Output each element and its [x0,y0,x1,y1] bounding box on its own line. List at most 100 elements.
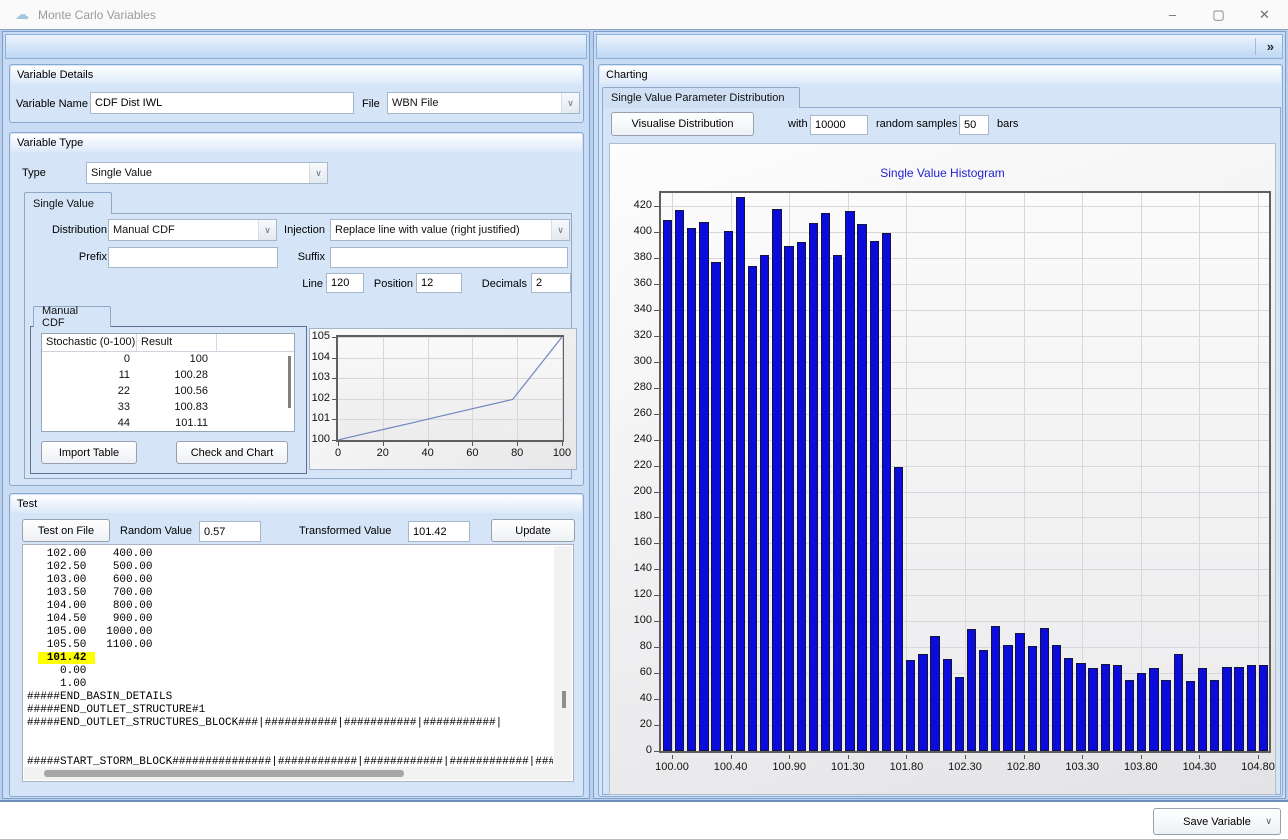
save-variable-button[interactable]: Save Variable ∨ [1153,808,1281,835]
histogram-bar [809,223,818,751]
table-row[interactable]: 0100 [42,352,294,368]
chevron-down-icon[interactable]: ∨ [258,220,276,240]
histogram-bar [882,233,891,751]
tab-manual-cdf-label: Manual CDF [42,305,102,329]
decimals-input[interactable] [531,273,571,293]
vertical-scrollbar[interactable] [554,546,572,767]
chevron-down-icon[interactable]: ∨ [1265,816,1272,827]
file-line: 101.42 [27,652,553,665]
injection-combobox[interactable]: Replace line with value (right justified… [330,219,570,241]
variable-details-group: Variable Details Variable Name File WBN … [9,64,584,123]
transformed-value-input[interactable] [408,521,470,542]
axis-tick-label: 103.80 [1114,761,1168,773]
random-value-label: Random Value [120,525,192,537]
tab-single-value-label: Single Value [33,198,94,210]
horizontal-scrollbar[interactable] [24,767,572,780]
file-content[interactable]: 102.00 400.00 102.50 500.00 103.00 600.0… [27,548,553,766]
tab-single-value-parameter-distribution[interactable]: Single Value Parameter Distribution [602,87,800,108]
tick-mark [654,725,659,726]
table-scrollbar-thumb[interactable] [288,356,291,408]
prefix-label: Prefix [35,251,107,263]
close-button[interactable]: ✕ [1242,0,1287,29]
maximize-button[interactable]: ▢ [1196,0,1241,29]
file-line: #####END_OUTLET_STRUCTURE#1 [27,704,553,717]
column-header-stochastic[interactable]: Stochastic (0-100) [42,334,137,351]
visualise-distribution-button[interactable]: Visualise Distribution [611,112,754,136]
cdf-preview-chart: 100101102103104105020406080100 [309,328,577,470]
update-button[interactable]: Update [491,519,575,542]
random-value-input[interactable] [199,521,261,542]
table-row[interactable]: 22100.56 [42,384,294,400]
histogram-bar [1076,663,1085,751]
file-line: 104.50 900.00 [27,613,553,626]
line-input[interactable] [326,273,364,293]
minimize-button[interactable]: – [1150,0,1195,29]
histogram-bar [1198,668,1207,751]
distribution-combobox[interactable]: Manual CDF ∨ [108,219,277,241]
distribution-label: Distribution [35,224,107,236]
test-on-file-button[interactable]: Test on File [22,519,110,542]
tick-mark [654,647,659,648]
file-combobox[interactable]: WBN File ∨ [387,92,580,114]
file-line: 102.00 400.00 [27,548,553,561]
tick-mark [654,232,659,233]
axis-tick-label: 103 [310,371,330,383]
histogram-bar [991,626,1000,751]
bars-input[interactable] [959,115,989,135]
random-samples-input[interactable] [810,115,868,135]
histogram-bar [918,654,927,751]
tick-mark [654,621,659,622]
vertical-scrollbar-thumb[interactable] [562,691,566,708]
histogram-bar [663,220,672,751]
check-and-chart-button[interactable]: Check and Chart [176,441,288,464]
random-samples-label: random samples [876,118,957,130]
tick-mark [1082,755,1083,759]
cdf-table-header: Stochastic (0-100) Result [42,334,294,352]
histogram-bar [1149,668,1158,751]
chevron-down-icon[interactable]: ∨ [561,93,579,113]
axis-tick-label: 60 [616,666,652,678]
horizontal-scrollbar-thumb[interactable] [44,770,404,777]
expand-icon[interactable]: » [1267,39,1274,54]
histogram-bar [1015,633,1024,751]
axis-tick-label: 40 [616,692,652,704]
chevron-down-icon[interactable]: ∨ [551,220,569,240]
histogram-bar [1028,646,1037,751]
table-row[interactable]: 33100.83 [42,400,294,416]
highlighted-value: 101.42 [38,652,96,664]
tab-distribution-label: Single Value Parameter Distribution [611,92,784,104]
table-row[interactable]: 44101.11 [42,416,294,432]
axis-tick-label: 104.30 [1172,761,1226,773]
import-table-button[interactable]: Import Table [41,441,137,464]
position-input[interactable] [416,273,462,293]
table-row[interactable]: 11100.28 [42,368,294,384]
axis-tick-label: 280 [616,381,652,393]
axis-tick-label: 20 [368,447,398,459]
prefix-input[interactable] [108,247,278,268]
tab-manual-cdf[interactable]: Manual CDF [33,306,111,327]
axis-tick-label: 100.90 [762,761,816,773]
histogram-bar [845,211,854,751]
axis-tick-label: 104 [310,351,330,363]
histogram-bar [1040,628,1049,751]
variable-name-input[interactable] [90,92,354,114]
histogram-bar [1088,668,1097,751]
column-header-result[interactable]: Result [137,334,217,351]
test-group: Test Test on File Random Value Transform… [9,493,584,797]
file-preview-panel[interactable]: 102.00 400.00 102.50 500.00 103.00 600.0… [22,544,574,782]
type-label: Type [22,167,46,179]
axis-tick-label: 101 [310,412,330,424]
file-line: 0.00 [27,665,553,678]
suffix-input[interactable] [330,247,568,268]
variable-details-caption: Variable Details [11,66,582,84]
tick-mark [654,284,659,285]
cdf-table[interactable]: Stochastic (0-100) Result 010011100.2822… [41,333,295,432]
tick-mark [1141,755,1142,759]
type-combobox[interactable]: Single Value ∨ [86,162,328,184]
cell-result: 100 [137,352,217,368]
injection-combobox-value: Replace line with value (right justified… [335,224,549,236]
tick-mark [654,595,659,596]
injection-label: Injection [279,224,325,236]
chevron-down-icon[interactable]: ∨ [309,163,327,183]
tab-single-value[interactable]: Single Value [24,192,112,214]
